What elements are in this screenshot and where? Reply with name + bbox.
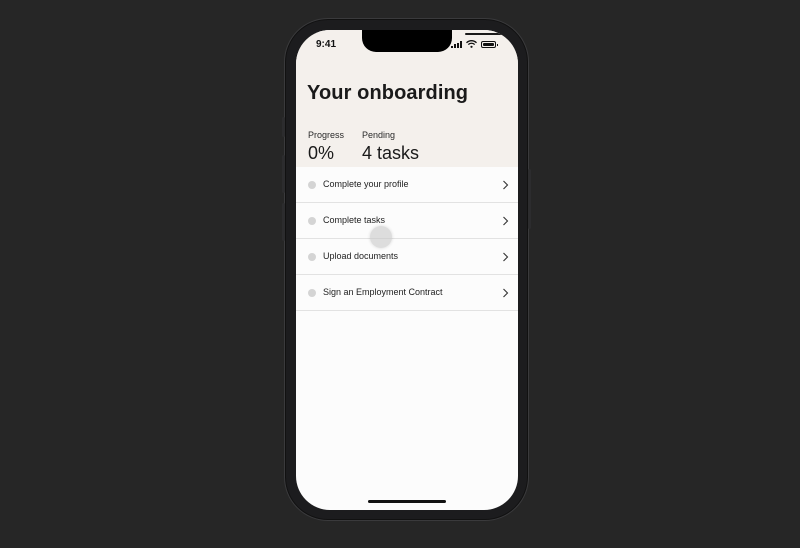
speaker [465,33,505,35]
pending-stat: Pending 4 tasks [362,130,419,164]
silent-switch [282,117,285,137]
phone-screen: 9:41 Your onboarding Progress 0% Pending [296,30,518,510]
clock-icon [308,181,316,189]
power-button [528,169,531,229]
progress-stat: Progress 0% [308,130,344,164]
volume-down-button [282,203,285,241]
progress-value: 0% [308,143,335,163]
chevron-right-icon [503,252,509,262]
status-time: 9:41 [316,39,337,50]
clock-icon [308,217,316,225]
status-icons [451,40,498,48]
volume-up-button [282,155,285,193]
task-item-upload-documents[interactable]: Upload documents [296,239,518,275]
chevron-right-icon [503,180,509,190]
cellular-signal-icon [451,40,462,48]
home-indicator[interactable] [368,500,446,503]
task-item-complete-profile[interactable]: Complete your profile [296,167,518,203]
task-label: Complete your profile [323,179,409,189]
pending-label: Pending [362,130,396,140]
battery-icon [481,40,498,48]
phone-frame: 9:41 Your onboarding Progress 0% Pending [282,18,531,521]
touch-indicator [370,226,392,248]
task-label: Complete tasks [323,215,386,225]
task-label: Sign an Employment Contract [323,287,443,297]
progress-label: Progress [308,130,345,140]
notch [362,30,505,52]
wifi-icon [466,40,477,48]
pending-value: 4 tasks [362,143,420,163]
task-label: Upload documents [323,251,399,261]
task-item-sign-contract[interactable]: Sign an Employment Contract [296,275,518,311]
clock-icon [308,253,316,261]
chevron-right-icon [503,216,509,226]
task-item-complete-tasks[interactable]: Complete tasks [296,203,518,239]
task-list: Complete your profile Complete tasks Upl… [296,167,518,311]
chevron-right-icon [503,288,509,298]
page-title: Your onboarding [307,82,469,104]
clock-icon [308,289,316,297]
